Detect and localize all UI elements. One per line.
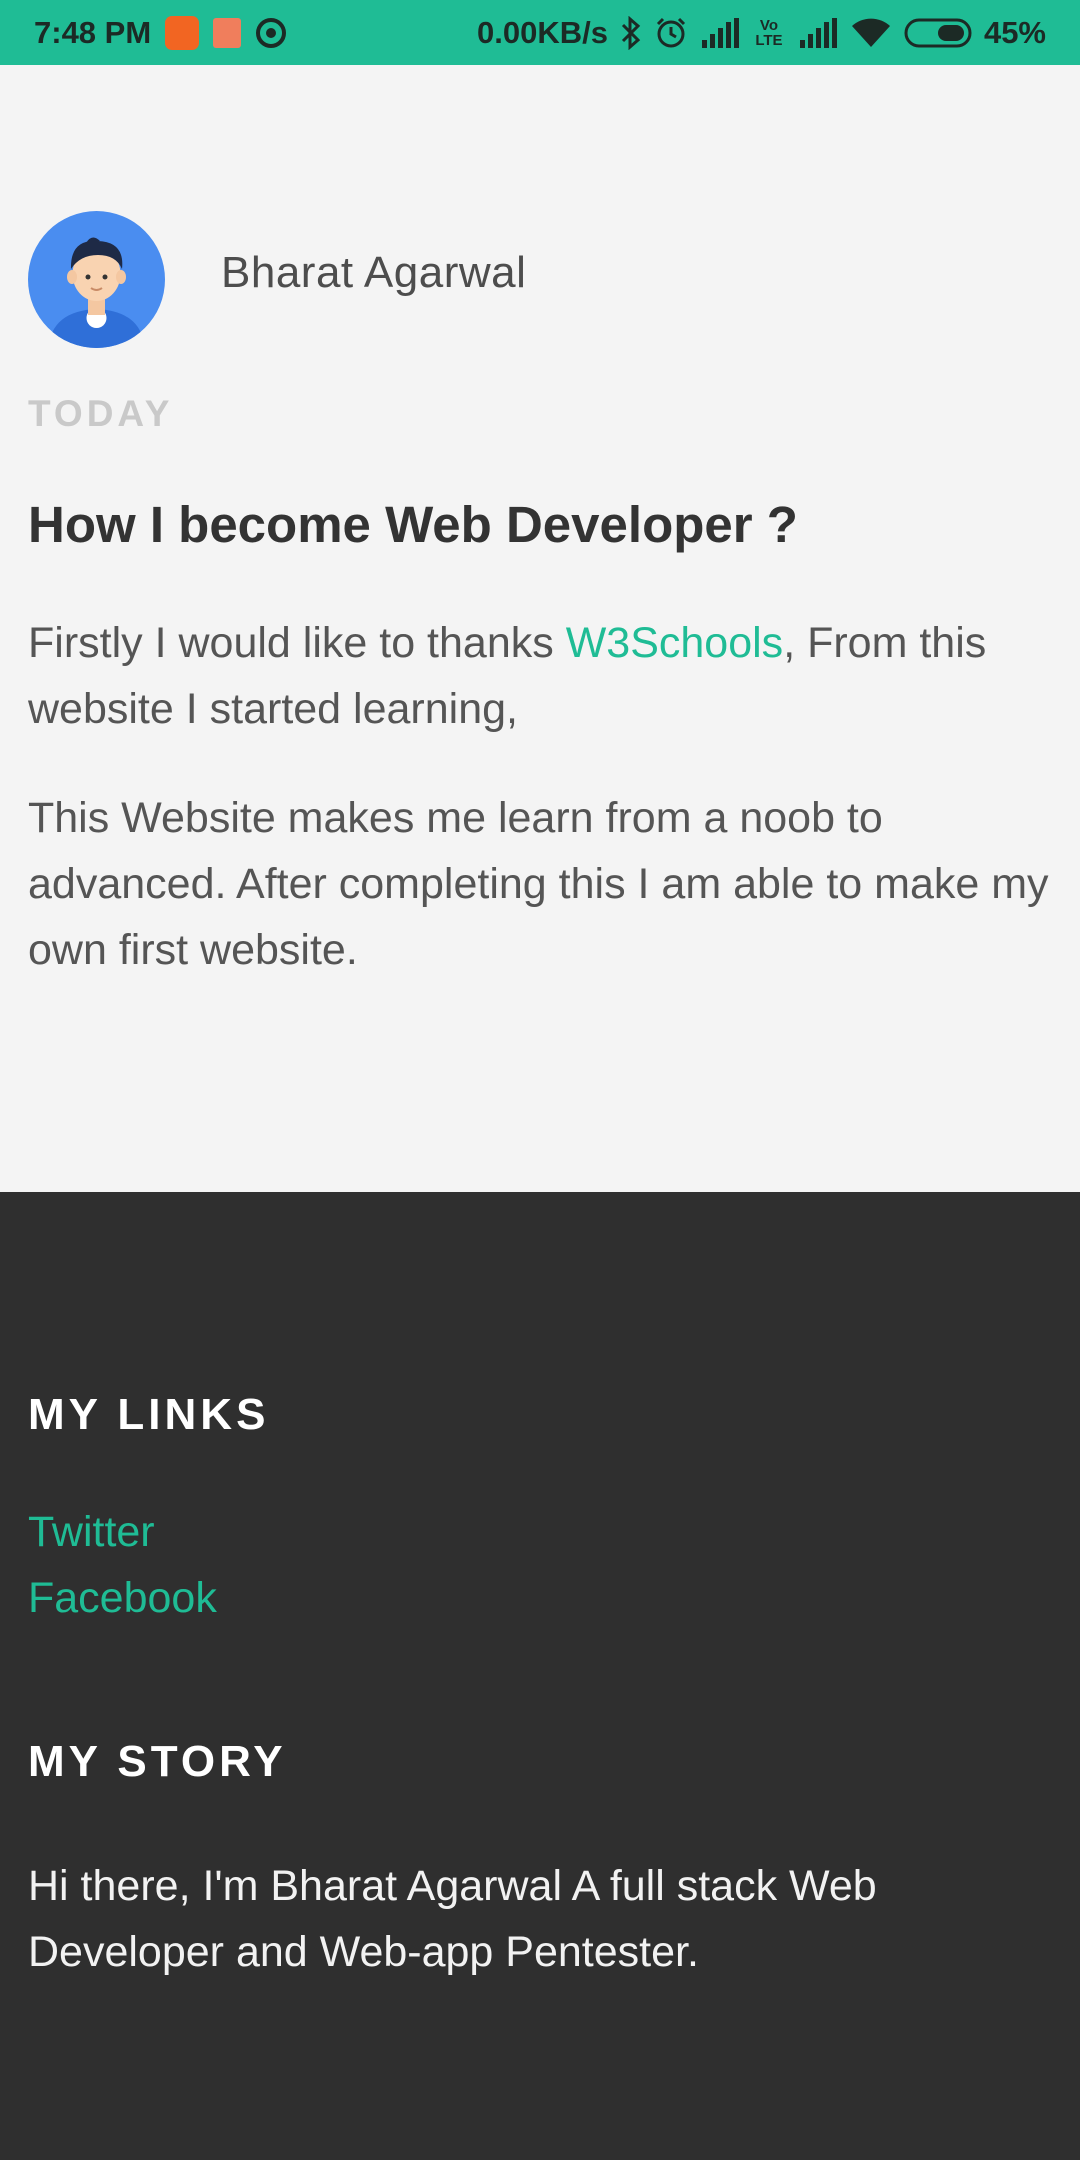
my-story-text: Hi there, I'm Bharat Agarwal A full stac… — [28, 1862, 877, 1976]
wifi-icon — [850, 17, 892, 49]
facebook-link[interactable]: Facebook — [28, 1574, 217, 1623]
author-name: Bharat Agarwal — [221, 248, 527, 297]
author-avatar[interactable] — [28, 211, 165, 348]
post-paragraph-1: Firstly I would like to thanks W3Schools… — [28, 610, 1058, 742]
app-mi-icon — [213, 17, 242, 48]
status-bar-left: 7:48 PM — [34, 0, 287, 65]
alarm-icon — [654, 16, 688, 50]
status-bar: 7:48 PM 0.00KB/s Vo LTE 45% — [0, 0, 1080, 65]
post-date: TODAY — [28, 393, 174, 434]
chrome-icon — [255, 17, 287, 49]
my-links-heading: MY LINKS — [28, 1390, 270, 1439]
app-orange-icon — [165, 15, 200, 50]
w3schools-link[interactable]: W3Schools — [566, 619, 783, 667]
status-time: 7:48 PM — [34, 14, 152, 50]
footer: MY LINKS Twitter Facebook MY STORY Hi th… — [0, 1192, 1080, 2160]
signal-icon — [798, 17, 838, 48]
article: Bharat Agarwal TODAY How I become Web De… — [0, 65, 1080, 1192]
bluetooth-icon — [620, 15, 642, 50]
my-story-heading: MY STORY — [28, 1737, 287, 1786]
status-bar-right: 0.00KB/s Vo LTE 45% — [477, 0, 1046, 65]
battery-percent: 45% — [983, 14, 1046, 50]
lte-label: Vo LTE — [755, 16, 783, 49]
paragraph-text: Firstly I would like to thanks — [28, 619, 566, 667]
signal-icon — [700, 17, 740, 48]
post-title: How I become Web Developer ? — [28, 496, 798, 553]
twitter-link[interactable]: Twitter — [28, 1508, 155, 1557]
post-paragraph-2: This Website makes me learn from a noob … — [28, 794, 1049, 974]
battery-icon — [904, 18, 972, 48]
network-speed: 0.00KB/s — [476, 14, 608, 50]
lte-icon: Vo LTE — [752, 18, 786, 48]
